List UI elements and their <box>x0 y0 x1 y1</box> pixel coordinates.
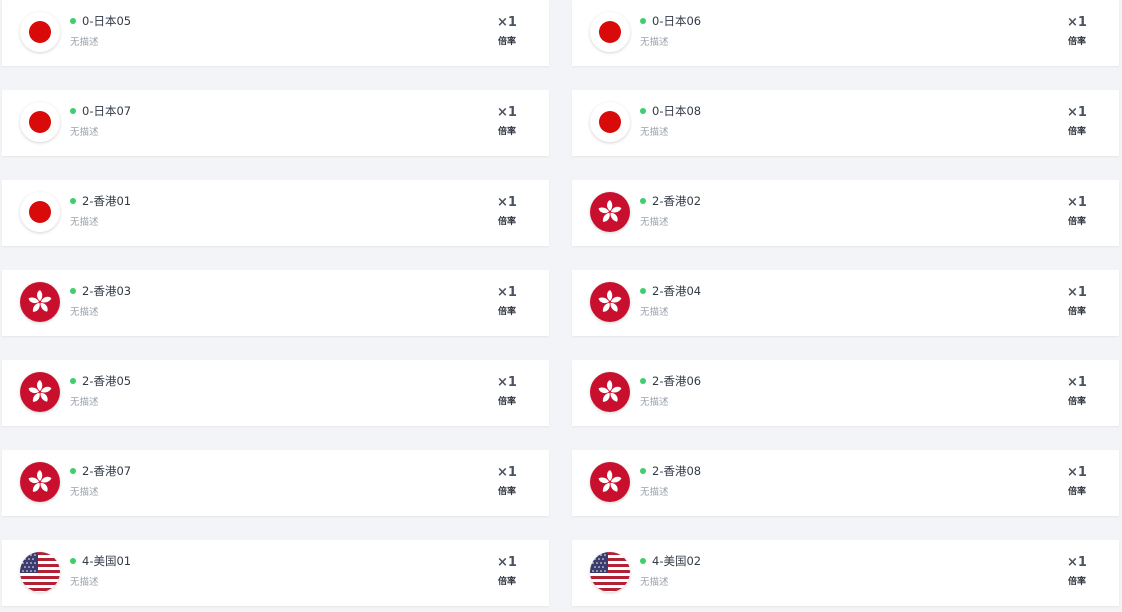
node-card[interactable]: 4-美国01 无描述 ×1 倍率 <box>2 540 549 606</box>
node-description: 无描述 <box>70 487 99 498</box>
rate-label: 倍率 <box>1067 217 1086 227</box>
rate-label: 倍率 <box>1067 307 1086 317</box>
rate-value: ×1 <box>1067 195 1087 210</box>
hongkong-flag-icon <box>590 462 630 502</box>
usa-flag-icon <box>590 552 630 592</box>
node-card[interactable]: 4-美国02 无描述 ×1 倍率 <box>572 540 1119 606</box>
node-name: 2-香港02 <box>652 194 702 208</box>
rate-label: 倍率 <box>497 487 516 497</box>
rate-value: ×1 <box>497 465 517 480</box>
node-description: 无描述 <box>640 577 669 588</box>
hongkong-flag-icon <box>590 372 630 412</box>
hongkong-flag-icon <box>20 462 60 502</box>
node-description: 无描述 <box>640 307 669 318</box>
node-name: 0-日本06 <box>652 14 702 28</box>
rate-value: ×1 <box>1067 105 1087 120</box>
node-name: 2-香港04 <box>652 284 702 298</box>
status-dot <box>640 558 646 564</box>
status-dot <box>70 558 76 564</box>
status-dot <box>640 468 646 474</box>
node-card[interactable]: 2-香港01 无描述 ×1 倍率 <box>2 180 549 246</box>
node-name: 2-香港01 <box>82 194 132 208</box>
node-card[interactable]: 2-香港05 无描述 ×1 倍率 <box>2 360 549 426</box>
rate-label: 倍率 <box>497 577 516 587</box>
node-description: 无描述 <box>640 487 669 498</box>
node-card[interactable]: 2-香港07 无描述 ×1 倍率 <box>2 450 549 516</box>
rate-label: 倍率 <box>497 397 516 407</box>
node-name: 2-香港05 <box>82 374 132 388</box>
japan-flag-icon <box>20 12 60 52</box>
rate-value: ×1 <box>497 555 517 570</box>
status-dot <box>70 468 76 474</box>
node-description: 无描述 <box>70 307 99 318</box>
rate-label: 倍率 <box>497 217 516 227</box>
node-name: 2-香港07 <box>82 464 132 478</box>
node-card[interactable]: 0-日本08 无描述 ×1 倍率 <box>572 90 1119 156</box>
status-dot <box>70 378 76 384</box>
japan-flag-icon <box>590 12 630 52</box>
node-name: 0-日本07 <box>82 104 132 118</box>
hongkong-flag-icon <box>20 282 60 322</box>
node-card[interactable]: 2-香港08 无描述 ×1 倍率 <box>572 450 1119 516</box>
hongkong-flag-icon <box>590 282 630 322</box>
rate-value: ×1 <box>497 195 517 210</box>
rate-value: ×1 <box>1067 555 1087 570</box>
node-description: 无描述 <box>70 127 99 138</box>
node-card[interactable]: 0-日本05 无描述 ×1 倍率 <box>2 0 549 66</box>
japan-flag-icon <box>590 102 630 142</box>
status-dot <box>640 288 646 294</box>
node-description: 无描述 <box>70 217 99 228</box>
node-card[interactable]: 2-香港03 无描述 ×1 倍率 <box>2 270 549 336</box>
node-name: 4-美国02 <box>652 554 702 568</box>
rate-label: 倍率 <box>1067 37 1086 47</box>
node-description: 无描述 <box>640 397 669 408</box>
status-dot <box>640 18 646 24</box>
rate-value: ×1 <box>1067 285 1087 300</box>
rate-value: ×1 <box>1067 375 1087 390</box>
node-description: 无描述 <box>70 577 99 588</box>
usa-flag-icon <box>20 552 60 592</box>
node-description: 无描述 <box>70 397 99 408</box>
node-card[interactable]: 0-日本06 无描述 ×1 倍率 <box>572 0 1119 66</box>
rate-label: 倍率 <box>1067 397 1086 407</box>
node-card[interactable]: 0-日本07 无描述 ×1 倍率 <box>2 90 549 156</box>
rate-value: ×1 <box>1067 15 1087 30</box>
rate-label: 倍率 <box>1067 127 1086 137</box>
japan-flag-icon <box>20 102 60 142</box>
rate-label: 倍率 <box>497 307 516 317</box>
node-name: 0-日本05 <box>82 14 132 28</box>
node-name: 2-香港08 <box>652 464 702 478</box>
node-list: 0-日本05 无描述 ×1 倍率 0-日本06 无描述 ×1 倍率 0-日本07… <box>0 0 1122 612</box>
node-description: 无描述 <box>640 127 669 138</box>
rate-label: 倍率 <box>497 127 516 137</box>
rate-value: ×1 <box>497 285 517 300</box>
status-dot <box>640 198 646 204</box>
node-description: 无描述 <box>70 37 99 48</box>
rate-value: ×1 <box>497 105 517 120</box>
node-name: 0-日本08 <box>652 104 702 118</box>
status-dot <box>640 378 646 384</box>
node-name: 2-香港06 <box>652 374 702 388</box>
node-name: 4-美国01 <box>82 554 132 568</box>
status-dot <box>70 288 76 294</box>
node-card[interactable]: 2-香港04 无描述 ×1 倍率 <box>572 270 1119 336</box>
hongkong-flag-icon <box>20 372 60 412</box>
node-description: 无描述 <box>640 37 669 48</box>
status-dot <box>640 108 646 114</box>
rate-label: 倍率 <box>1067 577 1086 587</box>
japan-flag-icon <box>20 192 60 232</box>
node-card[interactable]: 2-香港06 无描述 ×1 倍率 <box>572 360 1119 426</box>
rate-label: 倍率 <box>1067 487 1086 497</box>
node-name: 2-香港03 <box>82 284 132 298</box>
rate-value: ×1 <box>1067 465 1087 480</box>
status-dot <box>70 198 76 204</box>
rate-value: ×1 <box>497 15 517 30</box>
node-description: 无描述 <box>640 217 669 228</box>
rate-value: ×1 <box>497 375 517 390</box>
rate-label: 倍率 <box>497 37 516 47</box>
node-card[interactable]: 2-香港02 无描述 ×1 倍率 <box>572 180 1119 246</box>
status-dot <box>70 108 76 114</box>
hongkong-flag-icon <box>590 192 630 232</box>
status-dot <box>70 18 76 24</box>
